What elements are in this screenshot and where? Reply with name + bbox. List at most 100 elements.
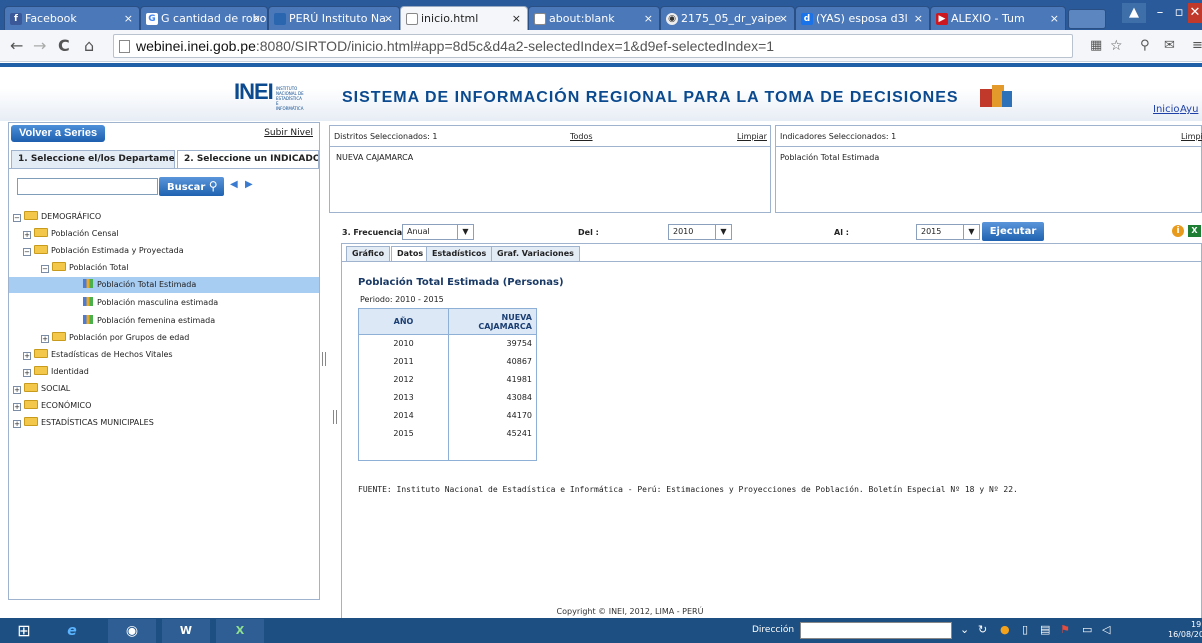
back-icon[interactable]: ← [10,36,23,56]
expand-icon[interactable]: + [23,352,31,360]
ejecutar-button[interactable]: Ejecutar [982,222,1044,241]
expand-icon[interactable]: + [23,369,31,377]
limpiar-districts-link[interactable]: Limpiar [737,132,767,141]
excel-icon[interactable]: X [216,619,264,643]
address-bar[interactable]: webinei.inei.gob.pe:8080/SIRTOD/inicio.h… [113,34,1073,58]
frecuencia-value: Anual [407,227,430,236]
home-icon[interactable]: ⌂ [84,36,94,56]
search-input[interactable] [17,178,158,195]
monitor-icon[interactable]: ▭ [1082,623,1092,636]
expand-icon[interactable]: + [13,403,21,411]
buscar-button[interactable]: Buscar ⚲ [159,177,224,196]
collapse-icon[interactable]: − [41,265,49,273]
reload-icon[interactable]: C [58,36,70,56]
subir-nivel-link[interactable]: Subir Nivel [264,128,313,138]
address-toolbar-input[interactable] [800,622,952,639]
indicator-item[interactable]: Población Total Estimada [780,153,879,162]
internet-explorer-icon[interactable]: e [48,619,96,643]
panel-splitter[interactable] [322,352,326,366]
volver-a-series-button[interactable]: Volver a Series [11,125,106,142]
district-item[interactable]: NUEVA CAJAMARCA [336,153,413,162]
menu-icon[interactable]: ≡ [1192,36,1202,56]
usb-icon[interactable]: ▯ [1022,623,1028,636]
star-icon[interactable]: ☆ [1110,36,1123,56]
panel-splitter[interactable] [333,410,337,424]
tab-grafico[interactable]: Gráfico [346,246,391,261]
refresh-icon[interactable]: ↻ [978,623,987,636]
close-window-button[interactable]: ✕ [1188,3,1202,23]
network-icon[interactable]: ▤ [1040,623,1050,636]
tree-node-poblacion-total-estimada[interactable]: Población Total Estimada [9,277,319,293]
chevron-down-icon[interactable]: ⌄ [960,623,969,636]
collapse-icon[interactable]: − [23,248,31,256]
tree-node-municipales[interactable]: + ESTADÍSTICAS MUNICIPALES [13,415,154,431]
volume-icon[interactable]: ◁ [1102,623,1110,636]
tree-node-poblacion-estimada[interactable]: − Población Estimada y Proyectada [23,243,184,259]
next-result-icon[interactable]: ▶ [245,179,253,190]
close-icon[interactable]: × [914,12,923,25]
gmail-icon[interactable]: ✉ [1164,36,1175,56]
new-tab-button[interactable] [1068,9,1106,29]
user-icon[interactable]: ▲ [1122,3,1146,23]
tree-node-economico[interactable]: + ECONÓMICO [13,398,91,414]
browser-tab-google[interactable]: G G cantidad de robo: × [140,6,268,30]
limpiar-indicators-link[interactable]: Limpi [1181,132,1202,141]
system-clock[interactable]: 19:31 16/08/2016 [1168,620,1202,640]
inicio-link[interactable]: Inicio [1153,104,1179,115]
translate-icon[interactable]: ▦ [1090,36,1102,56]
flag-icon[interactable]: ⚑ [1060,623,1070,636]
info-icon[interactable]: i [1172,225,1184,237]
word-icon[interactable]: W [162,619,210,643]
frecuencia-select[interactable]: Anual ▼ [402,224,474,240]
tab-estadisticos[interactable]: Estadísticos [426,246,493,261]
inei-logo: INEI [234,79,274,104]
collapse-icon[interactable]: − [13,214,21,222]
tab-graf-variaciones[interactable]: Graf. Variaciones [491,246,580,261]
tab-indicador[interactable]: 2. Seleccione un INDICADOR [177,150,319,168]
windows-start-icon[interactable]: ⊞ [0,619,48,643]
tab-datos[interactable]: Datos [391,246,430,261]
previous-result-icon[interactable]: ◀ [230,179,238,190]
close-icon[interactable]: × [384,12,393,25]
tree-node-demografico[interactable]: − DEMOGRÁFICO [13,209,101,225]
browser-tab-yaipe[interactable]: ◉ 2175_05_dr_yaipe × [660,6,795,30]
browser-tab-about-blank[interactable]: about:blank × [528,6,660,30]
chrome-icon[interactable]: ◉ [108,619,156,643]
tree-node-social[interactable]: + SOCIAL [13,381,70,397]
tree-node-poblacion-femenina[interactable]: Población femenina estimada [83,313,215,329]
url-path: :8080/SIRTOD/inicio.html#app=8d5c&d4a2-s… [255,38,775,54]
tree-node-poblacion-masculina[interactable]: Población masculina estimada [83,295,218,311]
del-select[interactable]: 2010 ▼ [668,224,732,240]
maximize-button[interactable]: ▫ [1170,3,1188,23]
browser-tab-peru[interactable]: PERÚ Instituto Na × [268,6,400,30]
minimize-button[interactable]: – [1150,3,1170,23]
forward-icon[interactable]: → [33,36,46,56]
close-icon[interactable]: × [252,12,261,25]
browser-tab-facebook[interactable]: f Facebook × [4,6,140,30]
tree-node-identidad[interactable]: + Identidad [23,364,89,380]
ayuda-link[interactable]: Ayu [1180,104,1198,115]
tree-node-poblacion-censal[interactable]: + Población Censal [23,226,119,242]
extension-icon[interactable]: ⚲ [1140,36,1150,56]
close-icon[interactable]: × [512,12,521,25]
browser-tab-inicio[interactable]: inicio.html × [400,6,528,30]
close-icon[interactable]: × [779,12,788,25]
close-icon[interactable]: × [124,12,133,25]
close-icon[interactable]: × [644,12,653,25]
close-icon[interactable]: × [1050,12,1059,25]
browser-tab-alexio[interactable]: ▶ ALEXIO - Tum × [930,6,1066,30]
value-cell: 44170 [448,406,537,425]
expand-icon[interactable]: + [41,335,49,343]
tree-node-poblacion-total[interactable]: − Población Total [41,260,128,276]
tab-departamentos[interactable]: 1. Seleccione el/los Departame... [11,150,175,168]
expand-icon[interactable]: + [23,231,31,239]
browser-tab-esposa[interactable]: d (YAS) esposa d3l × [795,6,930,30]
todos-link[interactable]: Todos [570,132,593,141]
app-tray-icon[interactable]: ● [1000,623,1010,636]
expand-icon[interactable]: + [13,420,21,428]
excel-export-icon[interactable]: X [1188,225,1201,237]
tree-node-grupos-edad[interactable]: + Población por Grupos de edad [41,330,189,346]
expand-icon[interactable]: + [13,386,21,394]
al-select[interactable]: 2015 ▼ [916,224,980,240]
tree-node-hechos-vitales[interactable]: + Estadísticas de Hechos Vitales [23,347,173,363]
